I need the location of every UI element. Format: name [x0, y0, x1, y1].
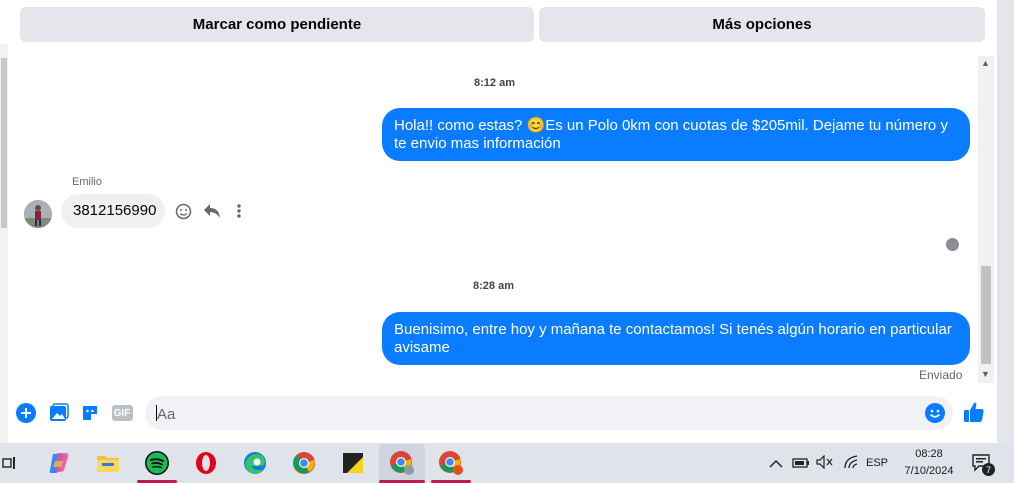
notification-icon[interactable]: 7 — [972, 453, 995, 478]
plus-icon[interactable] — [15, 402, 37, 424]
wifi-icon[interactable] — [843, 455, 859, 474]
delivery-status: Enviado — [919, 368, 963, 382]
mark-pending-button[interactable]: Marcar como pendiente — [20, 7, 534, 42]
timestamp: 8:28 am — [473, 280, 514, 292]
avatar[interactable] — [24, 200, 52, 228]
clock-time[interactable]: 08:28 — [903, 448, 955, 460]
edge-icon[interactable] — [241, 449, 269, 477]
chrome-profile-2-icon[interactable] — [437, 449, 465, 477]
notification-count-badge: 7 — [982, 463, 995, 476]
left-scrollbar-thumb[interactable] — [1, 58, 7, 228]
opera-icon[interactable] — [192, 449, 220, 477]
text-cursor — [156, 405, 157, 421]
incoming-message[interactable]: 3812156990 — [61, 194, 165, 228]
sticker-icon[interactable] — [79, 402, 101, 424]
sender-name: Emilio — [72, 176, 102, 188]
volume-muted-icon[interactable] — [816, 454, 834, 474]
scroll-up-icon[interactable]: ▲ — [981, 58, 990, 68]
language-indicator[interactable]: ESP — [866, 457, 888, 469]
task-view-icon[interactable] — [0, 449, 20, 477]
image-icon[interactable] — [48, 402, 70, 424]
clock-date[interactable]: 7/10/2024 — [897, 465, 961, 477]
gif-icon[interactable]: GIF — [111, 402, 133, 424]
sticky-notes-icon[interactable] — [339, 449, 367, 477]
react-emoji-icon[interactable] — [175, 203, 192, 225]
chat-scrollbar-thumb[interactable] — [981, 266, 991, 364]
chrome-profile-icon[interactable] — [388, 449, 416, 477]
avatar-image — [24, 200, 52, 228]
emoji-icon[interactable] — [925, 403, 945, 428]
taskbar: ESP 08:28 7/10/2024 7 — [0, 443, 1014, 483]
message-input-box[interactable] — [145, 396, 953, 432]
messenger-window: Marcar como pendiente Más opciones 8:12 … — [0, 0, 997, 443]
chevron-up-icon[interactable] — [769, 456, 783, 474]
left-scrollbar[interactable] — [0, 44, 8, 443]
chat-scrollbar[interactable]: ▲ ▼ — [978, 56, 994, 383]
seen-avatar-icon — [946, 238, 959, 251]
chrome-icon[interactable] — [290, 449, 318, 477]
battery-icon[interactable] — [792, 456, 810, 474]
gif-label: GIF — [111, 405, 133, 421]
message-input[interactable] — [155, 396, 919, 432]
spotify-icon[interactable] — [143, 449, 171, 477]
reply-icon[interactable] — [203, 203, 221, 224]
more-vertical-icon[interactable] — [236, 203, 242, 224]
copilot-icon[interactable] — [45, 449, 73, 477]
file-explorer-icon[interactable] — [94, 449, 122, 477]
scroll-down-icon[interactable]: ▼ — [981, 369, 990, 379]
outgoing-message[interactable]: Hola!! como estas? 😊Es un Polo 0km con c… — [382, 108, 970, 161]
thumbs-up-icon[interactable] — [963, 401, 985, 423]
outgoing-message[interactable]: Buenisimo, entre hoy y mañana te contact… — [382, 312, 970, 365]
timestamp: 8:12 am — [474, 77, 515, 89]
more-options-button[interactable]: Más opciones — [539, 7, 985, 42]
